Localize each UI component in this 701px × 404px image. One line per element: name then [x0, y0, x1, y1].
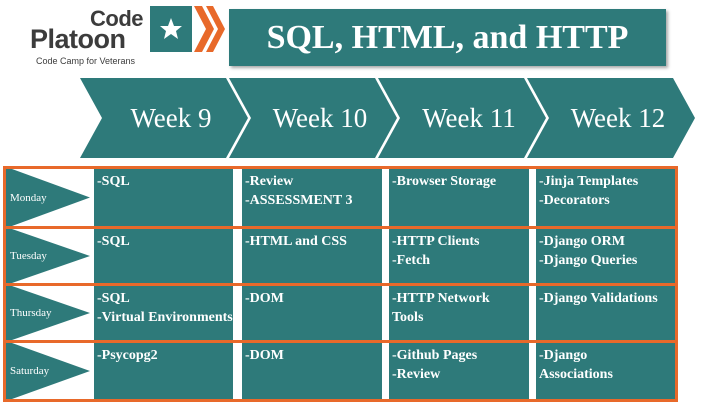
week-chevron: Week 12: [527, 78, 695, 158]
schedule-cell: -Django Validations: [536, 286, 675, 340]
topic-line: -DOM: [245, 348, 284, 363]
schedule-cell: -Review -ASSESSMENT 3: [242, 169, 382, 226]
schedule-cell: -Django ORM -Django Queries: [536, 229, 675, 283]
topic-line: -SQL: [97, 234, 130, 249]
topic-line: -Virtual Environments: [97, 310, 233, 325]
week-label: Week 9: [130, 102, 212, 133]
week-label: Week 12: [570, 102, 666, 133]
topic-line: -HTTP Clients: [392, 234, 480, 249]
schedule-cell: -HTML and CSS: [242, 229, 382, 283]
topic-line: -DOM: [245, 291, 284, 306]
day-label: Thursday: [10, 307, 52, 319]
schedule-cell: -HTTP Clients -Fetch: [389, 229, 529, 283]
week-chevron: Week 9: [80, 78, 248, 158]
topic-line: -SQL: [97, 291, 130, 306]
schedule-cell: -Github Pages -Review: [389, 343, 529, 399]
topic-line: Tools: [392, 310, 424, 325]
week-label: Week 11: [422, 102, 516, 133]
topic-line: -Decorators: [539, 193, 610, 208]
day-label: Monday: [10, 191, 47, 204]
schedule-cell: -SQL: [94, 229, 233, 283]
schedule-row: Thursday -SQL -Virtual Environments -DOM -HT…: [6, 286, 675, 340]
day-cell: Saturday: [6, 343, 94, 399]
topic-line: -Jinja Templates: [539, 174, 639, 189]
schedule-cell: -HTTP Network Tools: [389, 286, 529, 340]
topic-line: -Review: [245, 174, 294, 189]
row-divider: [6, 226, 675, 229]
schedule-row: Saturday -Psycopg2 -DOM -Github Pages -Revie…: [6, 343, 675, 399]
schedule-cell: -Psycopg2: [94, 343, 233, 399]
topic-line: -ASSESSMENT 3: [245, 193, 353, 208]
topic-line: -SQL: [97, 174, 130, 189]
schedule-grid: Monday -SQL -Review -ASSESSMENT 3 -Browser S…: [3, 166, 678, 402]
week-chevron: Week 11: [378, 78, 546, 158]
day-cell: Thursday: [6, 286, 94, 340]
topic-line: -Fetch: [392, 253, 431, 268]
schedule-row: Monday -SQL -Review -ASSESSMENT 3 -Browser S…: [6, 169, 675, 226]
schedule-cell: -Django Associations: [536, 343, 675, 399]
topic-line: -Review: [392, 367, 441, 382]
topic-line: -Django ORM: [539, 234, 625, 249]
page-title: SQL, HTML, and HTTP: [229, 9, 666, 66]
topic-line: -Django Validations: [539, 291, 658, 306]
schedule-cell: -Browser Storage: [389, 169, 529, 226]
day-label: Tuesday: [10, 250, 47, 262]
topic-line: -Github Pages: [392, 348, 478, 363]
week-label: Week 10: [272, 102, 368, 133]
schedule-cell: -SQL -Virtual Environments: [94, 286, 233, 340]
topic-line: -Psycopg2: [97, 348, 158, 363]
logo-tagline: Code Camp for Veterans: [36, 56, 136, 66]
schedule-cell: -SQL: [94, 169, 233, 226]
topic-line: -HTML and CSS: [245, 234, 347, 249]
schedule-cell: -DOM: [242, 286, 382, 340]
row-divider: [6, 283, 675, 286]
schedule-cell: -Jinja Templates -Decorators: [536, 169, 675, 226]
topic-line: Associations: [539, 367, 613, 382]
day-label: Saturday: [10, 365, 50, 377]
topic-line: -Django Queries: [539, 253, 638, 268]
week-chevron: Week 10: [229, 78, 397, 158]
schedule-cell: -DOM: [242, 343, 382, 399]
day-cell: Monday: [6, 169, 94, 226]
logo-mark: [150, 6, 225, 52]
topic-line: -Browser Storage: [392, 174, 497, 189]
row-divider: [6, 340, 675, 343]
topic-line: -HTTP Network: [392, 291, 490, 306]
code-platoon-logo: Code Platoon Code Camp for Veterans: [30, 6, 225, 66]
day-cell: Tuesday: [6, 229, 94, 283]
logo-word-platoon: Platoon: [30, 24, 126, 54]
schedule-row: Tuesday -SQL -HTML and CSS -HTTP Clients -Fe…: [6, 229, 675, 283]
topic-line: -Django: [539, 348, 588, 363]
